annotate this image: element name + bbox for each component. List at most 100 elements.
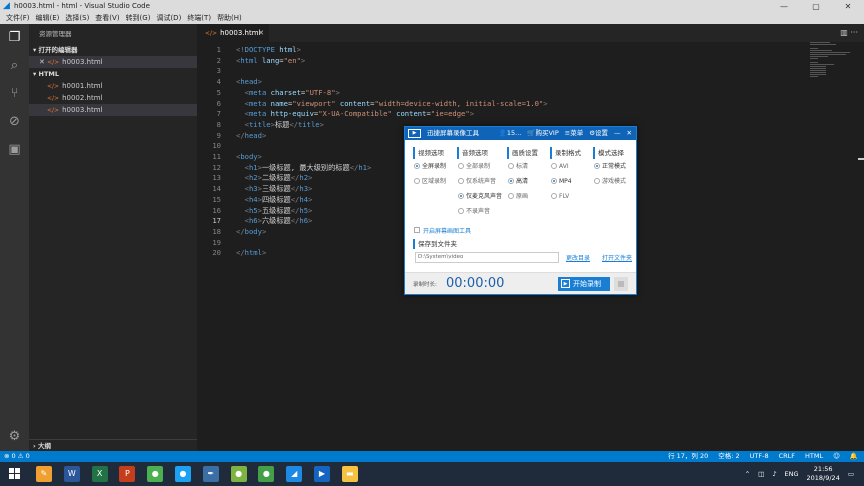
code-line[interactable]: 2 <html lang="en"> (197, 55, 864, 66)
editor-actions[interactable]: ▥ ··· (840, 28, 858, 37)
folder-icon[interactable]: ▬ (341, 466, 358, 482)
radio-option[interactable]: 游戏模式 (593, 174, 637, 189)
network-icon[interactable]: ◫ (758, 470, 764, 478)
radio-option[interactable]: 原画 (507, 189, 551, 204)
debug-icon[interactable]: ⊘ (7, 114, 22, 129)
file-item[interactable]: </> h0001.html (29, 80, 197, 92)
radio-button[interactable] (458, 163, 464, 169)
close-button[interactable]: ✕ (832, 0, 864, 13)
folder-header[interactable]: ▾ HTML (29, 68, 197, 80)
radio-option[interactable]: 全屏录制 (413, 159, 457, 174)
tab-h0003[interactable]: </> h0003.html ✕ (197, 24, 269, 42)
radio-button[interactable] (508, 178, 514, 184)
start-recording-button[interactable]: ▶ 开始录制 (558, 277, 610, 291)
recorder-close-button[interactable]: ✕ (627, 127, 632, 140)
radio-option[interactable]: MP4 (550, 174, 594, 189)
browser-icon[interactable]: ● (175, 466, 191, 482)
menu-button[interactable]: ≡菜单 (565, 127, 583, 140)
clock[interactable]: 21:56 2018/9/24 (807, 465, 840, 483)
recorder-minimize-button[interactable]: — (614, 127, 621, 140)
vscode-icon[interactable]: ◢ (286, 466, 303, 482)
menu-item[interactable]: 帮助(H) (214, 13, 245, 24)
radio-button[interactable] (414, 163, 420, 169)
radio-option[interactable]: 不录声音 (457, 204, 501, 219)
code-line[interactable]: 6 <meta name="viewport" content="width=d… (197, 98, 864, 109)
recorder-taskbar-icon[interactable]: ▶ (314, 466, 330, 482)
maximize-button[interactable]: ▢ (800, 0, 832, 13)
powerpoint-icon[interactable]: P (119, 466, 136, 482)
problems-indicator[interactable]: ⊗ 0 ⚠ 0 (4, 451, 30, 462)
buy-vip-button[interactable]: 🛒购买VIP (527, 127, 558, 140)
chat-icon[interactable]: ● (258, 466, 275, 482)
code-line[interactable]: 3 (197, 65, 864, 76)
open-editors-header[interactable]: ▾ 打开的编辑器 (29, 44, 197, 56)
radio-option[interactable]: 仅系统声音 (457, 174, 501, 189)
status-item[interactable]: 行 17，列 20 (668, 451, 708, 462)
game-icon[interactable]: ● (230, 466, 247, 482)
excel-icon[interactable]: X (91, 466, 108, 482)
close-icon[interactable]: ✕ (39, 58, 47, 66)
menu-item[interactable]: 转到(G) (123, 13, 154, 24)
source-control-icon[interactable]: ⑂ (7, 86, 22, 101)
search-icon[interactable]: ⌕ (7, 58, 22, 73)
windows-start-icon[interactable] (9, 468, 21, 480)
radio-option[interactable]: 高清 (507, 174, 551, 189)
menu-item[interactable]: 查看(V) (92, 13, 122, 24)
outline-header[interactable]: › 大纲 (29, 439, 197, 451)
radio-button[interactable] (508, 163, 514, 169)
code-line[interactable]: 1 <!DOCTYPE html> (197, 44, 864, 55)
change-dir-link[interactable]: 更改目录 (566, 253, 590, 262)
status-item[interactable]: HTML (805, 451, 823, 462)
save-path-input[interactable]: D:\System\video (415, 252, 559, 263)
status-item[interactable]: ☺ (833, 451, 840, 462)
status-item[interactable]: CRLF (779, 451, 795, 462)
file-item[interactable]: </> h0002.html (29, 92, 197, 104)
menu-item[interactable]: 调试(D) (153, 13, 184, 24)
status-item[interactable]: 空格: 2 (718, 451, 739, 462)
user-account[interactable]: 👤15... (499, 127, 522, 140)
radio-option[interactable]: 标清 (507, 159, 551, 174)
input-lang[interactable]: ENG (784, 470, 798, 478)
menu-item[interactable]: 终端(T) (184, 13, 214, 24)
radio-option[interactable]: 区域录制 (413, 174, 457, 189)
radio-button[interactable] (508, 193, 514, 199)
radio-option[interactable]: AVI (550, 159, 594, 174)
radio-option[interactable]: 全部录制 (457, 159, 501, 174)
radio-button[interactable] (594, 178, 600, 184)
open-dir-link[interactable]: 打开文件夹 (602, 253, 632, 262)
wechat-icon[interactable]: ● (147, 466, 164, 482)
file-item[interactable]: </> h0003.html (29, 104, 197, 116)
word-icon[interactable]: W (63, 466, 80, 482)
notification-icon[interactable]: ▭ (848, 470, 854, 478)
tray-overflow-icon[interactable]: ⌃ (745, 470, 750, 478)
code-line[interactable]: 5 <meta charset="UTF-8"> (197, 87, 864, 98)
menu-item[interactable]: 文件(F) (3, 13, 33, 24)
stop-button[interactable] (614, 277, 628, 291)
settings-button[interactable]: ⚙设置 (589, 127, 608, 140)
radio-button[interactable] (551, 178, 557, 184)
code-line[interactable]: 4 <head> (197, 76, 864, 87)
radio-button[interactable] (458, 178, 464, 184)
checkbox-box[interactable] (414, 227, 420, 233)
gear-icon[interactable]: ⚙ (7, 429, 22, 444)
paint-app-icon[interactable]: ✎ (36, 466, 52, 482)
radio-button[interactable] (551, 163, 557, 169)
radio-option[interactable]: 仅麦克风声音 (457, 189, 502, 204)
menu-item[interactable]: 选择(S) (62, 13, 92, 24)
extensions-icon[interactable]: ▣ (7, 142, 22, 157)
tab-close-icon[interactable]: ✕ (258, 24, 264, 42)
open-editor-item[interactable]: ✕ </> h0003.html (29, 56, 197, 68)
volume-icon[interactable]: ♪ (772, 470, 776, 478)
radio-button[interactable] (414, 178, 420, 184)
code-line[interactable]: 7 <meta http-equiv="X-UA-Compatible" con… (197, 108, 864, 119)
status-item[interactable]: 🔔 (850, 451, 858, 462)
minimize-button[interactable]: — (768, 0, 800, 13)
status-item[interactable]: UTF-8 (750, 451, 769, 462)
radio-button[interactable] (458, 208, 464, 214)
explorer-icon[interactable]: ❐ (7, 30, 22, 45)
radio-option[interactable]: FLV (550, 189, 594, 204)
radio-option[interactable]: 正常模式 (593, 159, 637, 174)
pen-tool-icon[interactable]: ✒ (202, 466, 219, 482)
radio-button[interactable] (551, 193, 557, 199)
menu-item[interactable]: 编辑(E) (33, 13, 63, 24)
